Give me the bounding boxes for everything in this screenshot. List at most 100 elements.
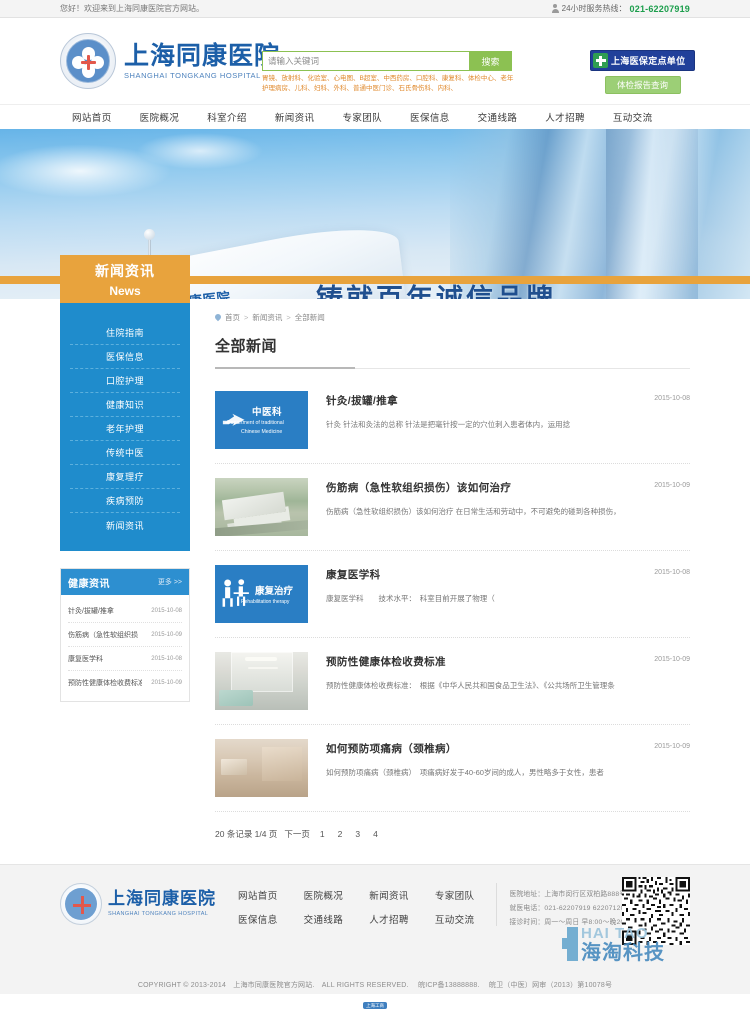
nav-item-3[interactable]: 科室介绍 xyxy=(193,110,261,124)
news-thumbnail-label-en1: Department of traditional xyxy=(227,420,284,426)
site-logo[interactable]: 上海同康医院 SHANGHAI TONGKANG HOSPITAL xyxy=(60,33,280,89)
sidebar-item-8[interactable]: 疾病预防 xyxy=(70,489,180,513)
health-info-item[interactable]: 康复医学科 2015-10-08 xyxy=(68,647,182,671)
sidebar-item-6[interactable]: 传统中医 xyxy=(70,441,180,465)
sidebar-item-5[interactable]: 老年护理 xyxy=(70,417,180,441)
footer-brand-en: SHANGHAI TONGKANG HOSPITAL xyxy=(108,911,209,917)
cross-shield-icon xyxy=(593,53,608,68)
nav-item-9[interactable]: 互动交流 xyxy=(599,110,667,124)
news-item-description: 预防性健康体检收费标准： 根据《中华人民共和国食品卫生法》、《公共场所卫生管理条 xyxy=(326,681,615,690)
news-item-description: 伤筋病（急性软组织损伤）该如何治疗 在日常生活和劳动中，不可避免的碰到各种损伤， xyxy=(326,507,621,516)
banner-building-secondary-decoration xyxy=(606,129,698,299)
news-thumbnail-rehab: 康复治疗 Rehabilitation therapy xyxy=(215,565,308,623)
main-content: 首页 > 新闻资讯 > 全部新闻 全部新闻 中医科 Department of … xyxy=(205,309,690,864)
page-body: 新闻资讯 News 住院指南 医保信息 口腔护理 健康知识 老年护理 传统中医 康复理疗 疾病… xyxy=(0,255,750,864)
news-thumbnail-corridor-photo xyxy=(215,652,308,710)
news-item-title[interactable]: 如何预防项痛病（颈椎病） xyxy=(326,741,457,756)
health-info-list: 针灸/拔罐/推拿 2015-10-08 伤筋病（急性软组织损 2015-10-09 康复… xyxy=(61,595,189,701)
nav-item-2[interactable]: 医院概况 xyxy=(126,110,194,124)
news-thumbnail-label-cn: 康复治疗 xyxy=(255,586,294,597)
footer-link[interactable]: 新闻资讯 xyxy=(369,888,409,902)
pagination-page-2[interactable]: 2 xyxy=(337,829,344,839)
news-list-item[interactable]: 康复治疗 Rehabilitation therapy 康复医学科 2015-1… xyxy=(215,551,690,638)
search-input[interactable] xyxy=(262,51,469,71)
pagination-page-3[interactable]: 3 xyxy=(354,829,361,839)
sidebar-item-4[interactable]: 健康知识 xyxy=(70,393,180,417)
health-info-item-date: 2015-10-08 xyxy=(151,608,182,614)
pagination-page-1[interactable]: 1 xyxy=(319,829,326,839)
health-info-panel: 健康资讯 更多 >> 针灸/拔罐/推拿 2015-10-08 伤筋病（急性软组织损 2… xyxy=(60,568,190,702)
health-info-more-link[interactable]: 更多 >> xyxy=(158,577,182,587)
footer-link[interactable]: 网站首页 xyxy=(238,888,278,902)
footer-link[interactable]: 人才招聘 xyxy=(369,912,409,926)
sidebar-item-1[interactable]: 住院指南 xyxy=(70,321,180,345)
nav-item-6[interactable]: 医保信息 xyxy=(396,110,464,124)
news-item-body: 如何预防项痛病（颈椎病） 2015-10-09 如何预防项痛病（颈椎病） 项痛病… xyxy=(326,739,690,797)
news-item-date: 2015-10-08 xyxy=(654,569,690,576)
hospital-seal-icon xyxy=(60,33,116,89)
nav-item-5[interactable]: 专家团队 xyxy=(328,110,396,124)
sidebar-header-en: News xyxy=(109,284,141,298)
news-list-item[interactable]: 中医科 Department of traditional Chinese Me… xyxy=(215,377,690,464)
news-thumbnail-label-en1: Rehabilitation therapy xyxy=(241,599,290,605)
sidebar-item-3[interactable]: 口腔护理 xyxy=(70,369,180,393)
nav-item-7[interactable]: 交通线路 xyxy=(464,110,532,124)
left-sidebar: 新闻资讯 News 住院指南 医保信息 口腔护理 健康知识 老年护理 传统中医 康复理疗 疾病… xyxy=(60,255,190,864)
health-info-item-date: 2015-10-09 xyxy=(151,680,182,686)
footer-link[interactable]: 互动交流 xyxy=(435,912,475,926)
breadcrumb-item-news[interactable]: 新闻资讯 xyxy=(252,312,282,323)
sidebar-item-9[interactable]: 新闻资讯 xyxy=(70,513,180,537)
health-info-title: 健康资讯 xyxy=(68,578,110,590)
news-item-title[interactable]: 伤筋病（急性软组织损伤）该如何治疗 xyxy=(326,480,511,495)
news-item-title[interactable]: 预防性健康体检收费标准 xyxy=(326,654,446,669)
top-bar: 您好！欢迎来到上海同康医院官方网站。 24小时服务热线： 021-6220791… xyxy=(0,0,750,18)
news-item-title[interactable]: 康复医学科 xyxy=(326,567,381,582)
nav-item-8[interactable]: 人才招聘 xyxy=(531,110,599,124)
news-thumbnail-lobby-photo xyxy=(215,739,308,797)
nav-item-1[interactable]: 网站首页 xyxy=(60,110,126,124)
sidebar-header-cn: 新闻资讯 xyxy=(95,263,155,279)
footer-link[interactable]: 专家团队 xyxy=(435,888,475,902)
footer-link[interactable]: 交通线路 xyxy=(304,912,344,926)
footer-link[interactable]: 医保信息 xyxy=(238,912,278,926)
nav-item-4[interactable]: 新闻资讯 xyxy=(261,110,329,124)
health-info-item[interactable]: 针灸/拔罐/推拿 2015-10-08 xyxy=(68,599,182,623)
site-header: 上海同康医院 SHANGHAI TONGKANG HOSPITAL 搜索 胃镜、… xyxy=(0,18,750,104)
news-thumbnail-label-cn: 中医科 xyxy=(252,407,283,418)
header-badges: 上海医保定点单位 体检报告查询 xyxy=(590,50,695,94)
health-info-item-date: 2015-10-08 xyxy=(151,656,182,662)
news-item-body: 预防性健康体检收费标准 2015-10-09 预防性健康体检收费标准： 根据《中… xyxy=(326,652,690,710)
health-info-item[interactable]: 伤筋病（急性软组织损 2015-10-09 xyxy=(68,623,182,647)
footer-contact: 医院地址：上海市闵行区双柏路888号 就医电话：021-62207919 6220… xyxy=(496,883,641,926)
hotline-block: 24小时服务热线： 021-62207919 xyxy=(551,3,690,14)
health-info-item-title: 康复医学科 xyxy=(68,656,103,663)
site-footer: 上海同康医院 SHANGHAI TONGKANG HOSPITAL 网站首页医保… xyxy=(0,864,750,972)
pagination-next-link[interactable]: 下一页 xyxy=(283,828,311,840)
breadcrumb-item-home[interactable]: 首页 xyxy=(225,312,240,323)
news-item-date: 2015-10-08 xyxy=(654,395,690,402)
search-keywords[interactable]: 胃镜、放射科、化验室、心电图、B超室、中西药房、口腔科、康复科、体检中心、老年护… xyxy=(262,74,517,94)
sidebar-item-2[interactable]: 医保信息 xyxy=(70,345,180,369)
banner-flagpole-knob-decoration xyxy=(144,229,155,240)
sidebar-item-7[interactable]: 康复理疗 xyxy=(70,465,180,489)
report-query-button[interactable]: 体检报告查询 xyxy=(604,76,681,94)
news-item-title[interactable]: 针灸/拔罐/推拿 xyxy=(326,393,398,408)
news-item-body: 伤筋病（急性软组织损伤）该如何治疗 2015-10-09 伤筋病（急性软组织损伤… xyxy=(326,478,690,536)
pagination-page-4[interactable]: 4 xyxy=(372,829,379,839)
search-button[interactable]: 搜索 xyxy=(469,51,512,71)
hotline-label: 24小时服务热线： xyxy=(561,4,627,13)
news-list-item[interactable]: 如何预防项痛病（颈椎病） 2015-10-09 如何预防项痛病（颈椎病） 项痛病… xyxy=(215,725,690,812)
news-item-body: 康复医学科 2015-10-08 康复医学科 技术水平： 科室目前开展了物理（ xyxy=(326,565,690,623)
news-list-item[interactable]: 预防性健康体检收费标准 2015-10-09 预防性健康体检收费标准： 根据《中… xyxy=(215,638,690,725)
news-thumbnail-label-en2: Chinese Medicine xyxy=(241,429,283,435)
footer-link[interactable]: 医院概况 xyxy=(304,888,344,902)
news-list-item[interactable]: 伤筋病（急性软组织损伤）该如何治疗 2015-10-09 伤筋病（急性软组织损伤… xyxy=(215,464,690,551)
footer-logo[interactable]: 上海同康医院 SHANGHAI TONGKANG HOSPITAL xyxy=(60,883,216,925)
health-info-item-title: 伤筋病（急性软组织损 xyxy=(68,632,138,639)
health-info-item[interactable]: 预防性健康体检收费标准 2015-10-09 xyxy=(68,671,182,694)
beian-badge[interactable]: 上海工商 xyxy=(363,1002,387,1010)
breadcrumb-separator: > xyxy=(286,313,291,322)
health-info-item-title: 针灸/拔罐/推拿 xyxy=(68,608,114,615)
sidebar-header: 新闻资讯 News xyxy=(60,255,190,303)
news-list: 中医科 Department of traditional Chinese Me… xyxy=(215,377,690,812)
